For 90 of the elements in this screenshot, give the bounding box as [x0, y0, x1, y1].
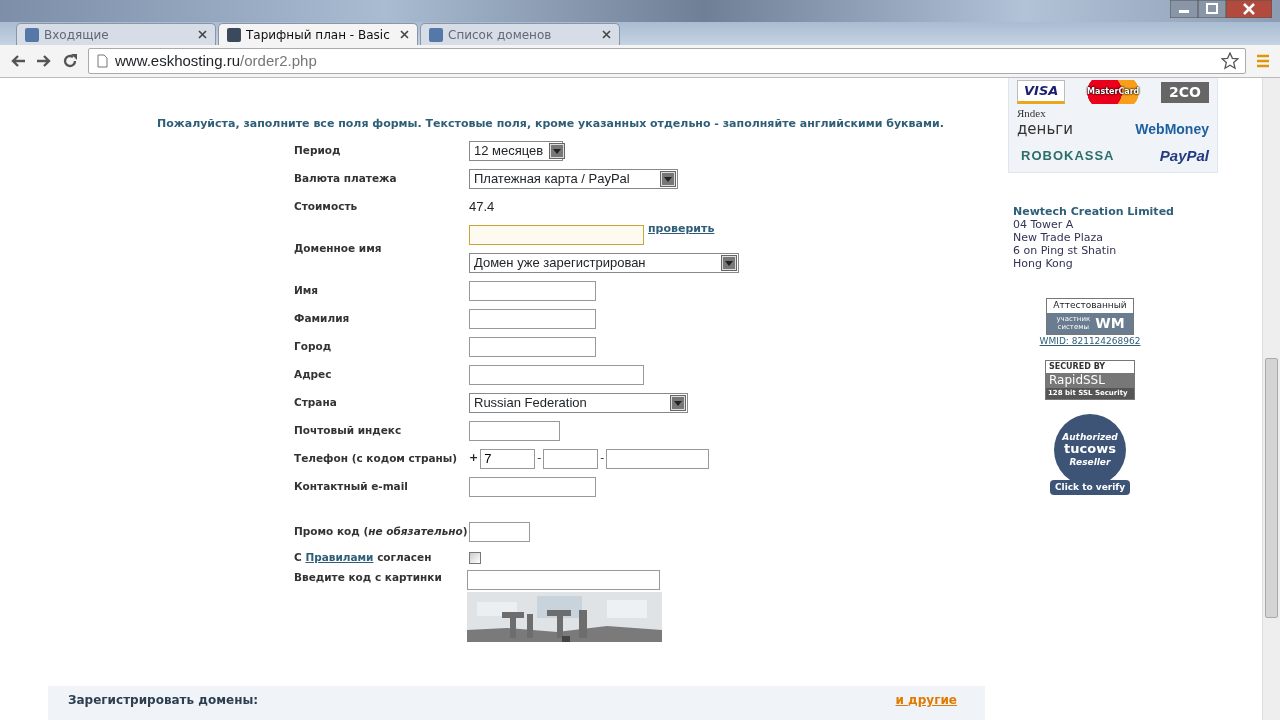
close-tab-icon[interactable] — [602, 30, 611, 39]
domain-field[interactable] — [469, 224, 644, 245]
form-label: Телефон (с кодом страны) — [294, 450, 458, 466]
dropdown[interactable]: Russian Federation — [469, 392, 688, 413]
phone-field[interactable]: 7 — [480, 448, 536, 469]
form-instructions: Пожалуйста, заполните все поля формы. Текстовые поля, кроме указанных отдельно - заполняйте английскими буквами. — [156, 116, 945, 132]
address-line: New Trade Plaza — [1013, 231, 1105, 244]
address-line: 04 Tower A — [1013, 218, 1075, 231]
tab-title: Список доменов — [448, 26, 552, 44]
browser-tab[interactable]: Тарифный план - Basic — [218, 23, 418, 45]
form-label: Имя — [294, 282, 319, 298]
dash-separator: - — [600, 450, 605, 467]
form-label: Стоимость — [294, 198, 358, 214]
input-field[interactable] — [469, 521, 530, 542]
forward-icon[interactable] — [36, 53, 52, 69]
close-tab-icon[interactable] — [198, 30, 207, 39]
form-label: Промо код (не обязательно) — [294, 523, 468, 539]
rules-link[interactable]: Правилами — [305, 550, 374, 563]
form-label: Город — [294, 338, 332, 354]
input-field[interactable] — [469, 420, 560, 441]
maximize-button[interactable] — [1198, 0, 1226, 18]
minimize-button[interactable] — [1170, 0, 1198, 18]
tab-title: Входящие — [44, 26, 109, 44]
dropdown[interactable]: 12 месяцев — [469, 140, 563, 161]
form-label: Доменное имя — [294, 240, 382, 256]
checkbox[interactable] — [469, 551, 481, 564]
browser-tab[interactable]: Список доменов — [420, 23, 620, 45]
dropdown[interactable]: Платежная карта / PayPal — [469, 168, 678, 189]
badge-text: Reseller — [1069, 457, 1111, 468]
form-label: С Правилами согласен — [294, 549, 432, 565]
wmid-link[interactable]: WMID: 821124268962 — [1039, 334, 1141, 348]
input-field[interactable] — [469, 280, 596, 301]
address-line: 6 on Ping st Shatin — [1013, 244, 1118, 257]
tab-title: Тарифный план - Basic — [246, 26, 390, 44]
input-field[interactable] — [469, 308, 596, 329]
robokassa-logo: ROBOKASSA — [1021, 147, 1115, 165]
browser-tab[interactable]: Входящие — [16, 23, 216, 45]
url-text: www.eskhosting.ru/order2.php — [115, 50, 317, 71]
dropdown-arrow-icon — [721, 254, 737, 271]
yandex-logo: Яndex — [1017, 108, 1047, 118]
company-name: Newtech Creation Limited — [1013, 205, 1175, 218]
form-label: Почтовый индекс — [294, 422, 402, 438]
scrollbar-thumb[interactable] — [1265, 358, 1278, 618]
captcha-field[interactable] — [467, 569, 660, 590]
form-label: Контактный e-mail — [294, 478, 408, 494]
form-label: Период — [294, 142, 341, 158]
phone-field[interactable] — [606, 448, 710, 469]
scrollbar[interactable] — [1262, 78, 1280, 720]
money-logo: деньги — [1017, 119, 1073, 140]
wm-mark: WM — [1095, 313, 1125, 333]
input-field[interactable] — [469, 336, 596, 357]
favicon-icon — [227, 27, 241, 42]
favicon-icon — [25, 27, 39, 42]
form-label: Фамилия — [294, 310, 350, 326]
cost-value: 47.4 — [469, 197, 495, 216]
form-label: Валюта платежа — [294, 170, 397, 186]
domain-dropdown[interactable]: Домен уже зарегистрирован — [469, 252, 739, 273]
badge-text: Аттестованный — [1052, 299, 1128, 312]
check-link[interactable]: проверить — [648, 220, 715, 237]
close-tab-icon[interactable] — [400, 30, 409, 39]
verify-button[interactable]: Click to verify — [1049, 479, 1131, 496]
dropdown-arrow-icon — [660, 170, 676, 187]
dash-separator: - — [537, 450, 542, 467]
reload-icon[interactable] — [62, 53, 78, 69]
page-icon — [95, 54, 109, 68]
twocheckout-logo: 2CO — [1161, 81, 1209, 103]
badge-text: RapidSSL — [1046, 373, 1134, 388]
badge-text: tucows — [1064, 442, 1116, 458]
star-icon[interactable] — [1221, 52, 1239, 70]
webmoney-logo: WebMoney — [1135, 119, 1209, 139]
input-field[interactable] — [469, 476, 596, 497]
dropdown-arrow-icon — [670, 394, 686, 411]
address-line: Hong Kong — [1013, 257, 1074, 270]
paypal-logo: PayPal — [1159, 145, 1209, 166]
plus-sign: + — [469, 450, 479, 467]
badge-text: SECURED BY — [1048, 361, 1107, 373]
input-field[interactable] — [469, 364, 644, 385]
address-bar[interactable]: www.eskhosting.ru/order2.php — [88, 48, 1246, 74]
back-icon[interactable] — [10, 53, 26, 69]
form-label: Адрес — [294, 366, 332, 382]
form-label: Введите код с картинки — [294, 569, 442, 585]
favicon-icon — [429, 27, 443, 42]
phone-field[interactable] — [543, 448, 599, 469]
menu-icon[interactable] — [1256, 54, 1270, 68]
domains-title: Зарегистрировать домены: — [68, 692, 259, 709]
badge-text: Authorized — [1062, 431, 1118, 443]
form-label: Страна — [294, 394, 337, 410]
visa-logo: VISA — [1017, 80, 1066, 104]
dropdown-arrow-icon — [549, 142, 566, 159]
close-button[interactable] — [1226, 0, 1272, 18]
